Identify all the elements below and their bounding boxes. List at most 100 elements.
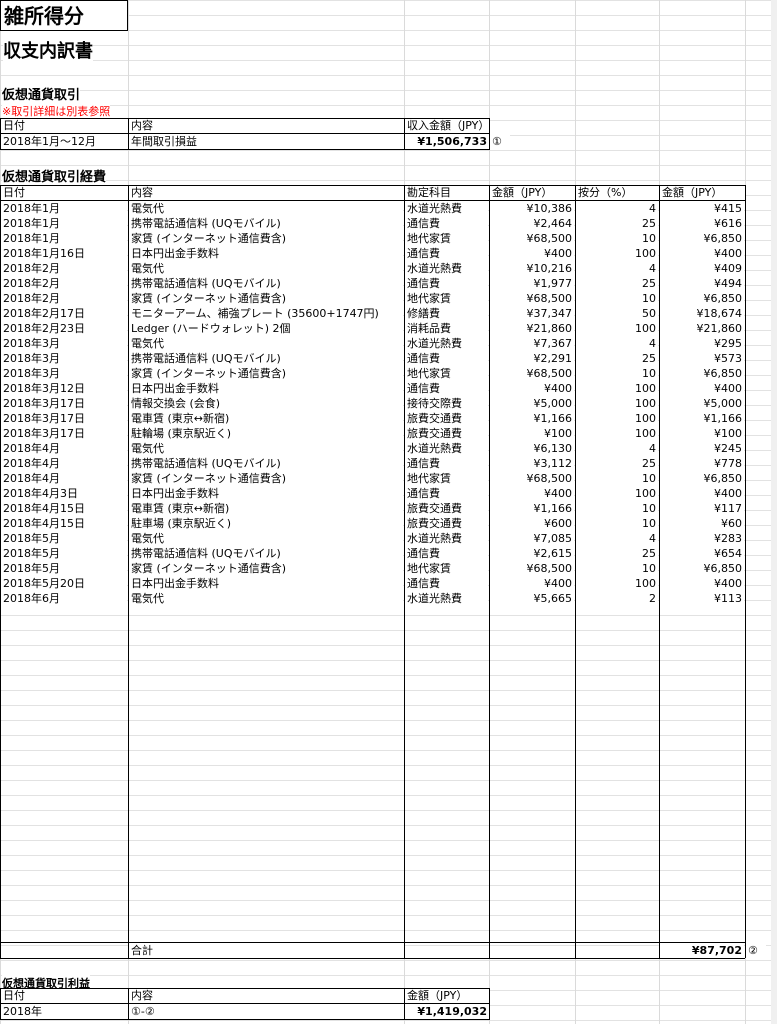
- expense-row-cell[interactable]: 携帯電話通信料 (UQモバイル): [129, 546, 403, 561]
- expense-row-cell[interactable]: 携帯電話通信料 (UQモバイル): [129, 351, 403, 366]
- expense-row-cell[interactable]: 地代家賃: [405, 471, 488, 486]
- total-value[interactable]: ¥87,702: [660, 943, 744, 958]
- expense-header-cell[interactable]: 金額（JPY）: [660, 185, 745, 200]
- expense-row-cell[interactable]: 2018年5月20日: [1, 576, 127, 591]
- sheet-subtitle[interactable]: 収支内訳書: [3, 37, 93, 63]
- expense-header-cell[interactable]: 按分（%）: [576, 185, 659, 200]
- expense-row-cell[interactable]: 家賃 (インターネット通信費含): [129, 231, 403, 246]
- expense-row-cell[interactable]: 通信費: [405, 486, 488, 501]
- expense-row-cell[interactable]: 電気代: [129, 261, 403, 276]
- expense-header-cell[interactable]: 日付: [1, 185, 128, 200]
- expense-row-cell[interactable]: 100: [576, 381, 658, 396]
- expense-row-cell[interactable]: 2018年3月: [1, 366, 127, 381]
- expense-row-cell[interactable]: 2018年4月3日: [1, 486, 127, 501]
- expense-row-cell[interactable]: 旅費交通費: [405, 501, 488, 516]
- income-row-cell[interactable]: 2018年1月～12月: [1, 134, 128, 149]
- profit-row-cell[interactable]: ①-②: [129, 1004, 404, 1019]
- expense-row-cell[interactable]: 駐輪場 (東京駅近く): [129, 426, 403, 441]
- vertical-scrollbar[interactable]: [771, 0, 777, 1024]
- expense-row-cell[interactable]: 10: [576, 471, 658, 486]
- expense-row-cell[interactable]: 2018年3月: [1, 336, 127, 351]
- expense-row-cell[interactable]: ¥18,674: [660, 306, 744, 321]
- expense-row-cell[interactable]: 水道光熱費: [405, 591, 488, 606]
- expense-row-cell[interactable]: 電気代: [129, 441, 403, 456]
- expense-row-cell[interactable]: 2018年2月: [1, 261, 127, 276]
- total-label[interactable]: 合計: [129, 943, 404, 958]
- expense-row-cell[interactable]: ¥100: [490, 426, 574, 441]
- expense-row-cell[interactable]: ¥10,216: [490, 261, 574, 276]
- expense-row-cell[interactable]: ¥5,000: [660, 396, 744, 411]
- expense-row-cell[interactable]: 4: [576, 441, 658, 456]
- expense-row-cell[interactable]: 100: [576, 396, 658, 411]
- expense-row-cell[interactable]: ¥409: [660, 261, 744, 276]
- expense-row-cell[interactable]: 2018年2月: [1, 291, 127, 306]
- expense-row-cell[interactable]: 2018年5月: [1, 561, 127, 576]
- expense-row-cell[interactable]: 情報交換会 (会食): [129, 396, 403, 411]
- expense-row-cell[interactable]: 通信費: [405, 381, 488, 396]
- expense-row-cell[interactable]: 100: [576, 576, 658, 591]
- expense-row-cell[interactable]: 10: [576, 231, 658, 246]
- expense-row-cell[interactable]: 100: [576, 486, 658, 501]
- income-note[interactable]: ※取引詳細は別表参照: [2, 103, 111, 119]
- expense-row-cell[interactable]: 通信費: [405, 276, 488, 291]
- expense-row-cell[interactable]: ¥400: [660, 486, 744, 501]
- expense-header-cell[interactable]: 金額（JPY）: [490, 185, 575, 200]
- expense-row-cell[interactable]: 25: [576, 216, 658, 231]
- expense-row-cell[interactable]: 電気代: [129, 531, 403, 546]
- expense-row-cell[interactable]: 10: [576, 561, 658, 576]
- expense-row-cell[interactable]: 4: [576, 336, 658, 351]
- expense-row-cell[interactable]: 携帯電話通信料 (UQモバイル): [129, 456, 403, 471]
- expense-row-cell[interactable]: 2018年3月: [1, 351, 127, 366]
- expense-row-cell[interactable]: ¥68,500: [490, 561, 574, 576]
- expense-row-cell[interactable]: 通信費: [405, 246, 488, 261]
- expense-row-cell[interactable]: ¥2,291: [490, 351, 574, 366]
- expense-header-cell[interactable]: 内容: [129, 185, 404, 200]
- expense-row-cell[interactable]: 2018年3月17日: [1, 411, 127, 426]
- expense-row-cell[interactable]: ¥1,166: [660, 411, 744, 426]
- expense-row-cell[interactable]: ¥616: [660, 216, 744, 231]
- expense-row-cell[interactable]: ¥6,850: [660, 291, 744, 306]
- expense-row-cell[interactable]: 2018年1月: [1, 201, 127, 216]
- expense-row-cell[interactable]: 地代家賃: [405, 561, 488, 576]
- expense-row-cell[interactable]: 4: [576, 261, 658, 276]
- expense-row-cell[interactable]: 2018年6月: [1, 591, 127, 606]
- expense-row-cell[interactable]: 水道光熱費: [405, 531, 488, 546]
- expense-row-cell[interactable]: ¥295: [660, 336, 744, 351]
- income-row-cell[interactable]: 年間取引損益: [129, 134, 404, 149]
- income-header-cell[interactable]: 収入金額（JPY）: [405, 118, 489, 133]
- expense-row-cell[interactable]: ¥400: [490, 486, 574, 501]
- expense-row-cell[interactable]: 通信費: [405, 576, 488, 591]
- expense-row-cell[interactable]: 日本円出金手数料: [129, 576, 403, 591]
- expense-row-cell[interactable]: ¥283: [660, 531, 744, 546]
- expense-row-cell[interactable]: ¥1,977: [490, 276, 574, 291]
- expense-row-cell[interactable]: 電車賃 (東京↔新宿): [129, 411, 403, 426]
- expense-row-cell[interactable]: ¥7,085: [490, 531, 574, 546]
- expense-row-cell[interactable]: 2018年4月15日: [1, 501, 127, 516]
- expense-row-cell[interactable]: ¥400: [660, 381, 744, 396]
- expense-row-cell[interactable]: 2018年4月: [1, 441, 127, 456]
- expense-row-cell[interactable]: 2: [576, 591, 658, 606]
- expense-header-cell[interactable]: 勘定科目: [405, 185, 489, 200]
- expense-row-cell[interactable]: ¥494: [660, 276, 744, 291]
- expense-row-cell[interactable]: 旅費交通費: [405, 426, 488, 441]
- expense-row-cell[interactable]: 25: [576, 276, 658, 291]
- expense-row-cell[interactable]: ¥7,367: [490, 336, 574, 351]
- expense-row-cell[interactable]: ¥21,860: [490, 321, 574, 336]
- expense-row-cell[interactable]: ¥1,166: [490, 411, 574, 426]
- expense-row-cell[interactable]: 地代家賃: [405, 231, 488, 246]
- expense-row-cell[interactable]: ¥415: [660, 201, 744, 216]
- expense-row-cell[interactable]: 家賃 (インターネット通信費含): [129, 291, 403, 306]
- sheet-title[interactable]: 雑所得分: [0, 0, 128, 31]
- expense-row-cell[interactable]: 電車賃 (東京↔新宿): [129, 501, 403, 516]
- expense-row-cell[interactable]: 通信費: [405, 546, 488, 561]
- expense-row-cell[interactable]: ¥60: [660, 516, 744, 531]
- expense-row-cell[interactable]: ¥654: [660, 546, 744, 561]
- expense-row-cell[interactable]: 100: [576, 426, 658, 441]
- expense-row-cell[interactable]: 駐車場 (東京駅近く): [129, 516, 403, 531]
- expense-row-cell[interactable]: 2018年1月16日: [1, 246, 127, 261]
- expense-row-cell[interactable]: ¥6,850: [660, 561, 744, 576]
- expense-row-cell[interactable]: 2018年4月15日: [1, 516, 127, 531]
- expense-row-cell[interactable]: ¥113: [660, 591, 744, 606]
- expense-row-cell[interactable]: 地代家賃: [405, 366, 488, 381]
- expense-row-cell[interactable]: 2018年2月: [1, 276, 127, 291]
